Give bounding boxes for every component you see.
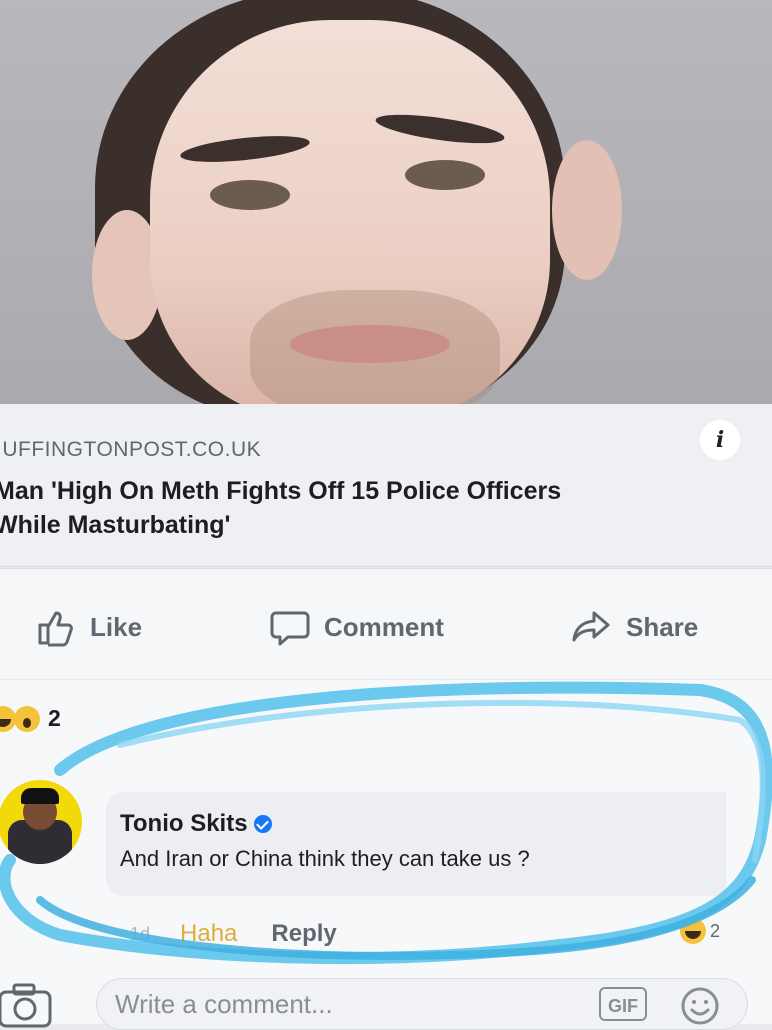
comment-reaction-button[interactable]: Haha [180,920,237,948]
camera-icon[interactable] [0,982,54,1028]
info-icon[interactable]: i [700,420,740,460]
headline-line-1: Man 'High On Meth Fights Off 15 Police O… [0,477,562,505]
reaction-count: 2 [48,705,61,731]
reaction-summary[interactable]: 2 [0,705,61,732]
comment-reaction-count: 2 [710,920,721,941]
comment-input-placeholder: Write a comment... [115,989,333,1019]
haha-icon [680,918,706,944]
comment-button[interactable]: Comment [270,607,444,647]
emoji-icon[interactable] [679,985,721,1027]
comment-label: Comment [324,611,444,642]
comment-input[interactable]: Write a comment... GIF [96,978,748,1030]
like-button[interactable]: Like [36,607,142,647]
like-label: Like [90,611,143,642]
share-arrow-icon [572,611,610,642]
eye-left [210,180,290,210]
comment-meta: 1d Haha Reply [130,920,337,948]
comment-composer: Write a comment... GIF [0,970,772,1030]
gif-button[interactable]: GIF [599,987,647,1021]
eye-right [405,160,485,190]
ear-right [552,140,622,280]
comments-section: 2 Tonio Skits And Iran or China think th… [0,680,772,1030]
comment-bubble: Tonio Skits And Iran or China think they… [106,792,726,896]
comment-time[interactable]: 1d [130,924,150,945]
verified-badge-icon [253,815,272,833]
comment-reaction-badge[interactable]: 2 [680,918,720,944]
post-photo[interactable] [0,0,772,404]
link-source: IUFFINGTONPOST.CO.UK [0,438,262,461]
reply-button[interactable]: Reply [271,920,336,948]
avatar-cap [21,788,59,804]
post-action-bar: Like Comment Share [0,568,772,679]
headline-line-2: While Masturbating' [0,511,231,539]
share-label: Share [626,611,699,642]
avatar[interactable] [0,780,82,864]
share-button[interactable]: Share [572,607,698,647]
wow-icon [14,705,40,732]
comment-icon [270,611,310,646]
comment-author[interactable]: Tonio Skits [120,810,272,838]
link-headline[interactable]: Man 'High On Meth Fights Off 15 Police O… [0,474,714,542]
mouth [290,325,450,363]
thumbs-up-icon [38,611,73,647]
comment-author-name: Tonio Skits [120,810,248,837]
comment-text: And Iran or China think they can take us… [120,846,530,871]
link-preview-card[interactable]: IUFFINGTONPOST.CO.UK Man 'High On Meth F… [0,404,772,567]
